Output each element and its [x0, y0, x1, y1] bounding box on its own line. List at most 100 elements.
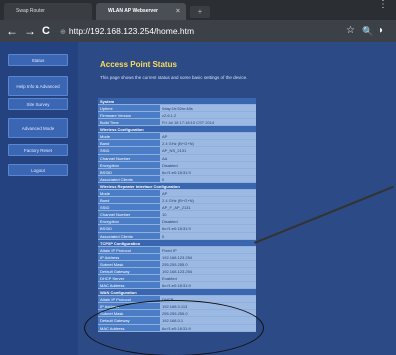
row-value: Disabled	[160, 161, 256, 168]
row-value: v2.6.1.2	[160, 112, 256, 119]
table-row: SSID AP_F_AP_2131	[98, 204, 256, 212]
row-value: 192.168.123.254	[160, 253, 256, 260]
reload-button[interactable]: C	[42, 23, 50, 39]
sidebar-item-help[interactable]: Help Info & Advanced	[8, 76, 68, 96]
table-row: SSID AP_NS_2131	[98, 147, 256, 155]
row-key: Attain IP Protocol	[98, 246, 160, 253]
search-icon[interactable]: 🔍	[362, 24, 373, 38]
row-key: SSID	[98, 204, 160, 211]
row-value: 2.4 GHz (B+G+N)	[160, 140, 256, 147]
page-description: This page shows the current status and s…	[100, 75, 248, 80]
table-row: DHCP Server Enabled	[98, 274, 256, 283]
row-key: Encryption	[98, 161, 160, 168]
tab-swap-router[interactable]: Swap Router	[4, 3, 92, 20]
section-header: Wireless Repeater Interface Configuratio…	[98, 182, 256, 190]
row-value: Fri Jul 18 17:18:10 CST 2014	[160, 119, 256, 126]
menu-icon[interactable]: ⋮	[378, 0, 388, 10]
row-key: Channel Number	[98, 154, 160, 161]
url-text: http://192.168.123.254/home.htm	[68, 26, 195, 36]
extension-icon[interactable]: ◗	[378, 24, 384, 38]
section-header: WAN Configuration	[98, 289, 256, 297]
row-value: 6c:f1:e0:18:31:9	[160, 168, 256, 175]
row-value: 10	[160, 211, 256, 218]
row-key: Mode	[98, 133, 160, 140]
section-header: TCP/IP Configuration	[98, 239, 256, 247]
row-key: Encryption	[98, 218, 160, 225]
row-value: AP_F_AP_2131	[160, 204, 256, 211]
table-row: Band 2.4 GHz (B+G+N)	[98, 197, 256, 205]
row-key: BSSID	[98, 168, 160, 175]
table-row: Channel Number 10	[98, 211, 256, 219]
tab-label: WLAN AP Webserver	[108, 8, 158, 14]
row-key: MAC Address	[98, 282, 160, 289]
table-row: Mode AP	[98, 133, 256, 141]
row-key: Band	[98, 140, 160, 147]
table-row: Mode AP	[98, 189, 256, 198]
tab-bar: Swap Router WLAN AP Webserver × + ⋮	[0, 0, 396, 20]
row-key: Associated Clients	[98, 232, 160, 239]
row-value: AP	[160, 189, 256, 197]
table-row: Encryption Disabled	[98, 218, 256, 226]
table-row: Channel Number AA	[98, 154, 256, 162]
row-key: SSID	[98, 147, 160, 154]
table-row: Attain IP Protocol Fixed IP	[98, 246, 256, 254]
tab-wlan-ap-webserver[interactable]: WLAN AP Webserver ×	[96, 3, 186, 20]
row-key: Mode	[98, 189, 160, 197]
row-value: 192.168.123.254	[160, 267, 256, 274]
row-value: AP	[160, 133, 256, 140]
row-key: Subnet Mask	[98, 260, 160, 267]
highlight-ellipse	[84, 300, 264, 355]
sidebar-item-factory-reset[interactable]: Factory Reset	[8, 144, 68, 156]
address-bar: ← → C ⊕ http://192.168.123.254/home.htm ☆…	[0, 20, 396, 42]
row-value: 0	[160, 232, 256, 239]
row-key: BSSID	[98, 225, 160, 232]
sidebar-item-logout[interactable]: Logout	[8, 164, 68, 176]
table-row: Uptime 0day:1h:52m:48s	[98, 105, 256, 113]
row-value: Enabled	[160, 274, 256, 282]
row-value: Fixed IP	[160, 246, 256, 253]
table-row: Band 2.4 GHz (B+G+N)	[98, 140, 256, 148]
table-row: BSSID 6c:f1:e0:18:31:9	[98, 225, 256, 233]
forward-button[interactable]: →	[24, 23, 36, 39]
table-row: MAC Address 6c:f1:e0:18:31:9	[98, 282, 256, 290]
row-value: 0	[160, 175, 256, 182]
row-value: 6c:f1:e0:18:31:9	[160, 282, 256, 289]
close-icon[interactable]: ×	[176, 3, 180, 20]
row-key: Band	[98, 197, 160, 204]
section-header: Wireless Configuration	[98, 126, 256, 134]
row-value: AA	[160, 154, 256, 161]
row-key: Associated Clients	[98, 175, 160, 182]
browser-window: Swap Router WLAN AP Webserver × + ⋮ ← → …	[0, 0, 396, 355]
sidebar-item-site-survey[interactable]: Site Survey	[8, 98, 68, 110]
row-value: AP_NS_2131	[160, 147, 256, 154]
table-row: Associated Clients 0	[98, 232, 256, 240]
star-icon[interactable]: ☆	[346, 24, 355, 38]
table-row: IP Address 192.168.123.254	[98, 253, 256, 261]
table-row: Default Gateway 192.168.123.254	[98, 267, 256, 275]
back-button[interactable]: ←	[6, 23, 18, 39]
table-row: BSSID 6c:f1:e0:18:31:9	[98, 168, 256, 176]
row-key: Build Time	[98, 119, 160, 126]
section-header: System	[98, 98, 256, 105]
row-value: 0day:1h:52m:48s	[160, 105, 256, 112]
sidebar-item-advanced[interactable]: Advanced Mode	[8, 118, 68, 138]
row-key: Channel Number	[98, 211, 160, 218]
row-key: DHCP Server	[98, 274, 160, 282]
row-value: 2.4 GHz (B+G+N)	[160, 197, 256, 204]
status-table: System Uptime 0day:1h:52m:48s Firmware Vers…	[98, 98, 256, 332]
url-field[interactable]: ⊕ http://192.168.123.254/home.htm	[60, 24, 194, 38]
table-row: Firmware Version v2.6.1.2	[98, 112, 256, 120]
table-row: Build Time Fri Jul 18 17:18:10 CST 2014	[98, 119, 256, 127]
row-key: IP Address	[98, 253, 160, 260]
sidebar: Status Help Info & Advanced Site Survey …	[0, 42, 78, 355]
row-key: Default Gateway	[98, 267, 160, 274]
new-tab-button[interactable]: +	[190, 6, 210, 18]
site-info-icon: ⊕	[60, 29, 66, 36]
table-row: Subnet Mask 255.255.255.0	[98, 260, 256, 268]
row-key: Firmware Version	[98, 112, 160, 119]
table-row: Encryption Disabled	[98, 161, 256, 169]
row-value: 255.255.255.0	[160, 260, 256, 267]
sidebar-item-status[interactable]: Status	[8, 54, 68, 66]
tab-label: Swap Router	[16, 8, 45, 14]
page-title: Access Point Status	[100, 60, 177, 69]
